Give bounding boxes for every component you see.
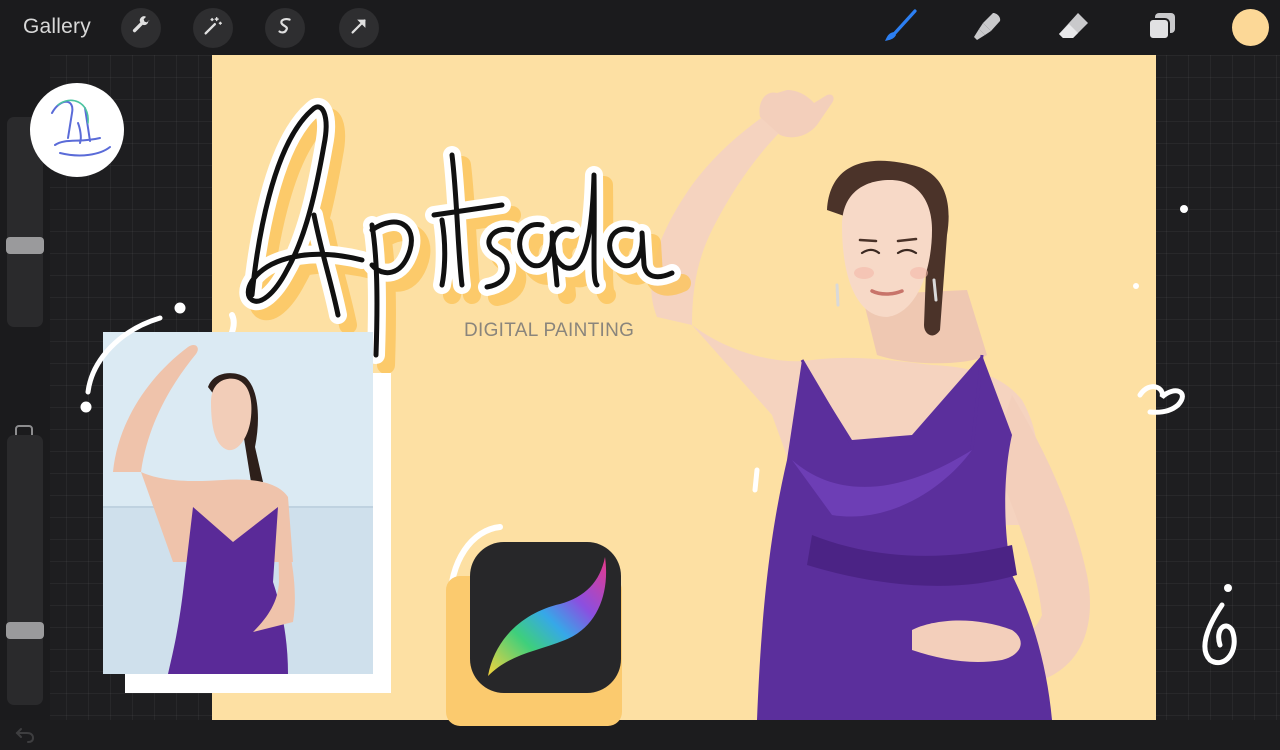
brand-logo: [30, 83, 124, 177]
brush-size-slider-thumb[interactable]: [6, 237, 44, 254]
undo-button[interactable]: [14, 723, 36, 745]
transform-arrow-icon: [348, 15, 370, 42]
selection-button[interactable]: [265, 8, 305, 48]
brush-icon: [882, 8, 918, 49]
brush-tool-button[interactable]: [881, 8, 919, 49]
layers-icon: [1145, 9, 1179, 48]
transform-button[interactable]: [339, 8, 379, 48]
magic-wand-icon: [202, 15, 224, 42]
color-picker-button[interactable]: [1232, 9, 1269, 46]
brush-opacity-slider-thumb[interactable]: [6, 622, 44, 639]
eraser-tool-button[interactable]: [1055, 9, 1093, 47]
smudge-icon: [971, 9, 1005, 48]
procreate-app-icon: [470, 542, 621, 693]
eraser-icon: [1056, 8, 1092, 49]
gallery-button[interactable]: Gallery: [23, 15, 91, 39]
layers-button[interactable]: [1143, 9, 1181, 47]
reference-photo: [103, 332, 373, 674]
selection-icon: [274, 15, 296, 42]
undo-icon: [14, 728, 36, 749]
actions-button[interactable]: [121, 8, 161, 48]
smudge-tool-button[interactable]: [969, 9, 1007, 47]
top-toolbar: Gallery: [0, 0, 1280, 55]
wrench-icon: [130, 15, 152, 42]
subtitle-text: DIGITAL PAINTING: [464, 320, 635, 341]
brush-opacity-slider[interactable]: [6, 435, 44, 705]
adjustments-button[interactable]: [193, 8, 233, 48]
painted-figure: [651, 90, 1090, 720]
